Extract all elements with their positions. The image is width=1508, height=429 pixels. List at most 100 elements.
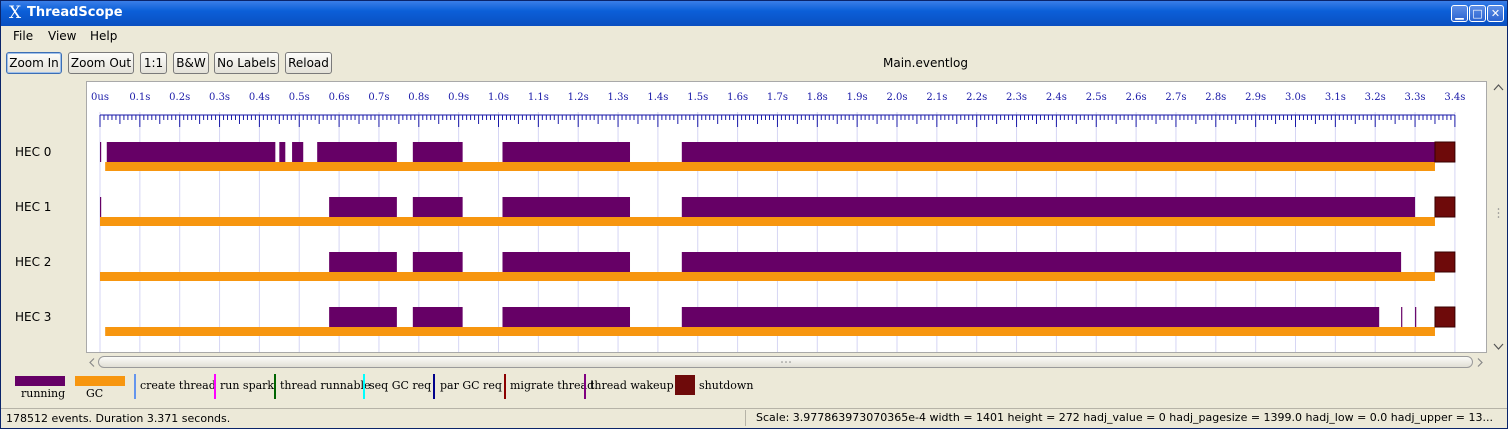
reload-button[interactable]: Reload [285,52,332,74]
gc-bar [100,217,1435,226]
thread-runnable-swatch [274,374,276,399]
time-tick-label: 2.3s [1006,92,1028,103]
time-tick-label: 1.0s [487,92,510,103]
time-tick-label: 2.1s [926,92,948,103]
legend-par-gc-req: par GC req [440,379,502,392]
timeline-canvas[interactable]: 0us 0.1s 0.2s 0.3s 0.4s 0.5s 0.6s 0.7s 0.8s 0.9s 1… [86,81,1487,353]
legend-create-thread: create thread [140,379,216,392]
zoom-out-button[interactable]: Zoom Out [68,52,134,74]
running-bar [412,142,463,162]
title-bar[interactable]: X ThreadScope ▁ □ ✕ [1,1,1507,26]
time-tick-label: 3.4s [1444,92,1466,103]
horizontal-scroll-thumb[interactable] [98,356,1473,368]
time-tick-label: 3.1s [1324,92,1346,103]
time-tick-label: 0.8s [408,92,430,103]
time-tick-label: 2.5s [1085,92,1107,103]
grip-dot [1497,216,1500,218]
gc-bar [100,272,1435,281]
zoom-in-button[interactable]: Zoom In [6,52,62,74]
running-bar [412,197,463,217]
time-tick-label: 2.8s [1205,92,1227,103]
threadscope-window: X ThreadScope ▁ □ ✕ File View Help Zoom … [0,0,1508,429]
timeline-svg [99,112,1456,352]
window-title: ThreadScope [27,5,123,20]
time-tick-label: 2.7s [1165,92,1187,103]
scroll-up-arrow-icon [1493,84,1504,91]
minimize-icon[interactable]: ▁ [1451,5,1468,22]
time-tick-label: 1.5s [687,92,709,103]
time-tick-label: 2.0s [886,92,908,103]
no-labels-button[interactable]: No Labels [214,52,279,74]
event-count-status: 178512 events. Duration 3.371 seconds. [6,412,231,425]
legend-gc: GC [86,387,104,400]
scroll-right-arrow-icon[interactable] [1474,355,1486,370]
eventlog-filename: Main.eventlog [883,56,968,70]
running-bar [681,307,1380,327]
scroll-down-arrow-icon [1493,343,1504,350]
menu-bar: File View Help [1,26,1507,46]
toolbar: Zoom In Zoom Out 1:1 B&W No Labels Reloa… [1,47,1507,79]
shutdown-marker [1434,196,1456,218]
time-tick-label: 3.3s [1404,92,1426,103]
grip-dot [1497,212,1500,214]
status-bar: 178512 events. Duration 3.371 seconds. S… [1,408,1507,428]
time-tick-label: 1.6s [727,92,749,103]
one-to-one-button[interactable]: 1:1 [140,52,167,74]
time-tick-label: 1.9s [846,92,868,103]
grip-dot [1497,208,1500,210]
running-bar [100,142,102,162]
time-tick-label: 0.6s [328,92,350,103]
time-tick-label: 0us [91,92,109,103]
running-bar [502,197,631,217]
time-tick-label: 0.2s [169,92,191,103]
running-swatch [15,376,65,386]
legend-shutdown: shutdown [699,379,754,392]
time-tick-label: 2.9s [1245,92,1267,103]
shutdown-marker [1434,251,1456,273]
running-bar [100,197,102,217]
vertical-scrollbar[interactable] [1491,81,1506,353]
time-tick-label: 1.4s [647,92,669,103]
time-tick-label: 1.8s [806,92,828,103]
time-tick-label: 1.2s [567,92,589,103]
running-bar [502,307,631,327]
legend-thread-runnable: thread runnable [280,379,371,392]
time-tick-label: 3.2s [1364,92,1386,103]
menu-help[interactable]: Help [90,29,117,43]
menu-file[interactable]: File [13,29,33,43]
grip-icon [781,361,791,363]
legend-migrate-thread: migrate thread [510,379,595,392]
close-icon[interactable]: ✕ [1487,5,1504,22]
time-tick-label: 0.3s [209,92,231,103]
time-tick-label: 2.6s [1125,92,1147,103]
legend-thread-wakeup: thread wakeup [590,379,674,392]
hec-label: HEC 1 [15,200,52,214]
time-tick-label: 2.4s [1045,92,1067,103]
menu-view[interactable]: View [48,29,76,43]
time-tick-label: 0.9s [448,92,470,103]
hec-label: HEC 3 [15,310,52,324]
hec-label: HEC 0 [15,145,52,159]
black-white-button[interactable]: B&W [173,52,209,74]
running-bar [317,142,397,162]
legend-seq-gc-req: seq GC req [369,379,432,392]
run-spark-swatch [214,374,216,399]
running-bar [681,197,1416,217]
create-thread-swatch [134,374,136,399]
event-legend: running GC create thread run spark threa… [1,373,1507,403]
running-bar [681,252,1402,272]
scroll-left-arrow-icon[interactable] [86,355,98,370]
horizontal-scrollbar[interactable] [86,355,1487,370]
running-bar [329,307,397,327]
vertical-scrollbar-arrows [1493,84,1504,350]
running-bar [106,142,276,162]
time-tick-label: 2.2s [966,92,988,103]
scale-status: Scale: 3.977863973070365e-4 width = 1401… [745,410,1503,426]
time-tick-label: 0.4s [248,92,270,103]
legend-running: running [21,387,66,400]
running-bar [279,142,286,162]
gc-bar [105,162,1435,171]
time-tick-label: 1.7s [766,92,788,103]
maximize-icon[interactable]: □ [1469,5,1486,22]
running-bar [502,252,631,272]
